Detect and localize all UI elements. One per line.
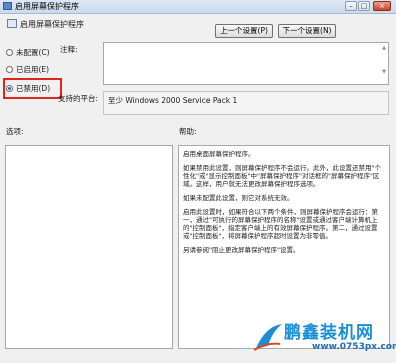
help-paragraph: 如果未配置此设置，则它对系统无效。 bbox=[183, 194, 294, 202]
platform-label: 支持的平台: bbox=[58, 94, 99, 103]
scroll-arrows-icon[interactable]: ▲ ▼ bbox=[382, 45, 386, 75]
radio-circle[interactable] bbox=[6, 66, 13, 73]
options-panel bbox=[5, 145, 173, 349]
platform-value: 至少 Windows 2000 Service Pack 1 bbox=[108, 96, 238, 105]
help-paragraph: 另请参阅"阻止更改屏幕保护程序"设置。 bbox=[183, 246, 300, 254]
setting-title: 启用屏幕保护程序 bbox=[20, 20, 84, 29]
maximize-button[interactable]: □ bbox=[358, 1, 370, 11]
watermark: 鹏鑫装机网 www.0753px.com bbox=[250, 318, 396, 363]
next-setting-button[interactable]: 下一个设置(N) bbox=[278, 24, 336, 38]
window-title: 启用屏幕保护程序 bbox=[15, 2, 79, 11]
radio-circle[interactable] bbox=[6, 49, 13, 56]
help-paragraph: 如果禁用此设置，则屏幕保护程序不会运行。此外，此设置还禁用"个性化"或"显示控制… bbox=[183, 164, 381, 188]
radio-not-configured[interactable]: 未配置(C) bbox=[6, 47, 50, 58]
watermark-url: www.0753px.com bbox=[312, 342, 396, 352]
highlight-annotation-box bbox=[3, 78, 62, 99]
help-label: 帮助: bbox=[179, 127, 197, 136]
options-label: 选项: bbox=[6, 127, 24, 136]
watermark-brand: 鹏鑫装机网 bbox=[284, 323, 374, 343]
title-bar: 启用屏幕保护程序 – □ × bbox=[0, 0, 396, 14]
prev-setting-button[interactable]: 上一个设置(P) bbox=[215, 24, 273, 38]
comment-label: 注释: bbox=[60, 45, 78, 54]
platform-field: 至少 Windows 2000 Service Pack 1 bbox=[103, 91, 389, 115]
comment-textarea[interactable]: ▲ ▼ bbox=[103, 42, 389, 85]
help-paragraph: 启用桌面屏幕保护程序。 bbox=[183, 150, 255, 158]
policy-setting-icon bbox=[7, 19, 17, 28]
radio-label: 未配置(C) bbox=[16, 48, 50, 57]
radio-enabled[interactable]: 已启用(E) bbox=[6, 64, 49, 75]
help-paragraph: 启用此设置时，如果符合以下两个条件，则屏幕保护程序会运行：第一，通过"可执行的屏… bbox=[183, 208, 378, 240]
minimize-button[interactable]: – bbox=[345, 1, 357, 11]
close-button[interactable]: × bbox=[373, 1, 391, 11]
app-icon bbox=[3, 2, 12, 10]
brand-logo-icon bbox=[253, 324, 282, 351]
radio-label: 已启用(E) bbox=[16, 65, 50, 74]
